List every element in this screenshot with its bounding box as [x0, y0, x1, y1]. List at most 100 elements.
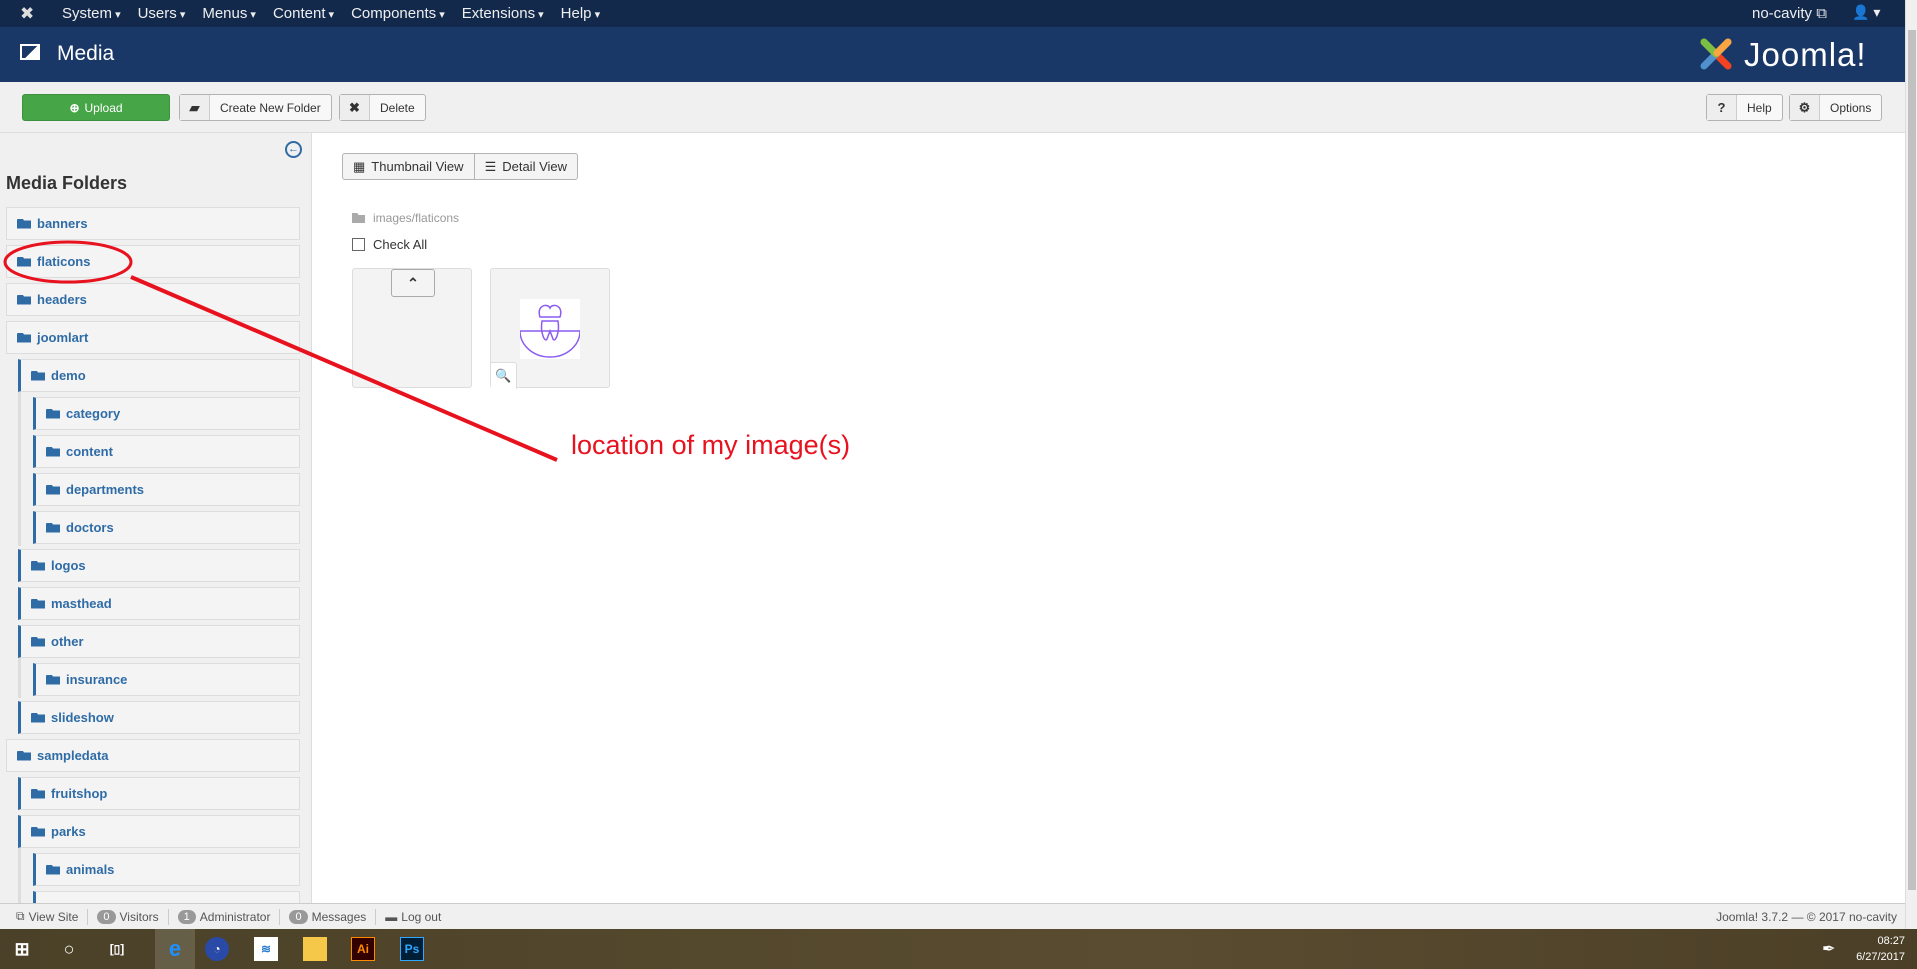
- help-label: Help: [1747, 100, 1772, 115]
- folder-icon: [46, 484, 60, 495]
- folder-label: masthead: [51, 596, 112, 611]
- visitors-badge: 0: [97, 909, 116, 924]
- chevron-up-icon[interactable]: ⌃: [391, 269, 435, 297]
- create-folder-button[interactable]: ▰ Create New Folder: [179, 94, 332, 121]
- sidebar-folder-item[interactable]: demo: [18, 359, 300, 392]
- menu-system[interactable]: System: [62, 5, 121, 22]
- sidebar-folder-item[interactable]: departments: [18, 468, 300, 508]
- folder-label: fruitshop: [51, 786, 108, 801]
- current-path: images/flaticons: [373, 211, 460, 225]
- sidebar-folder-item[interactable]: joomlart: [6, 321, 300, 354]
- administrator-link[interactable]: 1 Administrator: [169, 908, 281, 925]
- illustrator-icon[interactable]: Ai: [351, 937, 375, 961]
- menu-extensions[interactable]: Extensions: [462, 5, 544, 22]
- sidebar-folder-item[interactable]: doctors: [18, 506, 300, 546]
- menu-content[interactable]: Content: [273, 5, 334, 22]
- folder-icon: [17, 750, 31, 761]
- folder-label: animals: [66, 862, 115, 877]
- sidebar-folder-item[interactable]: insurance: [18, 658, 300, 698]
- folder-label: joomlart: [37, 330, 89, 345]
- sidebar-folder-item[interactable]: parks: [18, 815, 300, 848]
- check-all[interactable]: Check All: [352, 237, 427, 252]
- network-app-icon[interactable]: ≋: [254, 937, 278, 961]
- sidebar-folder-item[interactable]: masthead: [18, 587, 300, 620]
- image-thumbnail[interactable]: 🔍: [490, 268, 610, 389]
- menu-help[interactable]: Help: [561, 5, 600, 22]
- sidebar-folder-item[interactable]: fruitshop: [18, 777, 300, 810]
- messages-link[interactable]: 0 Messages: [280, 908, 377, 925]
- sidebar-folder-item[interactable]: sampledata: [6, 739, 300, 772]
- joomla-menu-icon[interactable]: ✖: [20, 4, 34, 24]
- folder-icon: [17, 294, 31, 305]
- scrollbar-thumb[interactable]: [1908, 30, 1916, 890]
- visitors-link[interactable]: 0 Visitors: [88, 908, 169, 925]
- list-icon: ☰: [484, 158, 497, 174]
- sidebar-folder-item[interactable]: slideshow: [18, 701, 300, 734]
- folder-icon: [17, 332, 31, 343]
- options-label: Options: [1830, 100, 1872, 115]
- sidebar-folder-item[interactable]: banners: [6, 207, 300, 240]
- sidebar-folder-item[interactable]: flaticons: [6, 245, 300, 278]
- zoom-preview-icon[interactable]: 🔍: [491, 362, 517, 389]
- folder-label: logos: [51, 558, 86, 573]
- collapse-sidebar-icon[interactable]: ←: [285, 141, 302, 158]
- menu-users[interactable]: Users: [138, 5, 186, 22]
- folder-label: doctors: [66, 520, 114, 535]
- task-view-icon[interactable]: [▯]: [105, 937, 129, 961]
- admin-label: Administrator: [199, 909, 271, 924]
- sidebar-folder-item[interactable]: other: [18, 625, 300, 658]
- site-name: no-cavity: [1752, 5, 1813, 22]
- page-scrollbar[interactable]: [1905, 0, 1917, 929]
- clock-app-icon[interactable]: ◔: [205, 937, 229, 961]
- upload-label: Upload: [84, 100, 123, 115]
- folder-label: sampledata: [37, 748, 109, 763]
- visitors-label: Visitors: [119, 909, 159, 924]
- folder-icon: [17, 218, 31, 229]
- image-icon: [20, 44, 40, 60]
- folder-icon: [31, 636, 45, 647]
- help-button[interactable]: ? Help: [1706, 94, 1783, 121]
- delete-button[interactable]: ✖ Delete: [339, 94, 426, 121]
- menu-menus[interactable]: Menus: [202, 5, 256, 22]
- minus-icon: ▬: [385, 909, 398, 924]
- sidebar-folder-item[interactable]: headers: [6, 283, 300, 316]
- sidebar-folder-item[interactable]: category: [18, 392, 300, 432]
- menu-components[interactable]: Components: [351, 5, 445, 22]
- admin-badge: 1: [177, 909, 196, 924]
- folder-label: category: [66, 406, 121, 421]
- detail-view-button[interactable]: ☰ Detail View: [473, 154, 577, 179]
- tooth-image[interactable]: [519, 299, 581, 359]
- sidebar-folder-item[interactable]: [18, 886, 300, 903]
- messages-label: Messages: [311, 909, 367, 924]
- folder-icon: ▰: [180, 95, 210, 120]
- user-menu[interactable]: 👤 ▾: [1852, 4, 1880, 21]
- user-icon: 👤: [1852, 4, 1870, 20]
- breadcrumb: images/flaticons: [352, 211, 459, 225]
- file-explorer-icon[interactable]: [303, 937, 327, 961]
- site-link[interactable]: no-cavity ⧉: [1752, 5, 1827, 22]
- status-bar: ⧉ View Site 0 Visitors 1 Administrator 0 Mes…: [0, 903, 1905, 929]
- photoshop-icon[interactable]: Ps: [400, 937, 424, 961]
- thumbnail-view-button[interactable]: ▦ Thumbnail View: [343, 154, 474, 179]
- folder-icon: [31, 826, 45, 837]
- options-button[interactable]: ⚙ Options: [1789, 94, 1883, 121]
- folder-icon: [31, 788, 45, 799]
- check-all-checkbox[interactable]: [352, 238, 365, 251]
- sidebar-folder-item[interactable]: content: [18, 430, 300, 470]
- edge-browser-icon[interactable]: e: [155, 929, 195, 969]
- folder-icon: [352, 213, 365, 223]
- windows-start-icon[interactable]: ⊞: [10, 937, 34, 961]
- sidebar-title: Media Folders: [6, 173, 128, 193]
- logout-link[interactable]: ▬ Log out: [376, 909, 450, 925]
- parent-folder-tile[interactable]: ⌃: [352, 268, 472, 388]
- view-site-link[interactable]: ⧉ View Site: [7, 908, 89, 925]
- folder-icon: [46, 674, 60, 685]
- pen-tray-icon[interactable]: ✒: [1822, 939, 1835, 959]
- sidebar-folder-item[interactable]: logos: [18, 549, 300, 582]
- sidebar-folder-item[interactable]: animals: [18, 848, 300, 888]
- cortana-icon[interactable]: ○: [57, 937, 81, 961]
- taskbar-clock[interactable]: 08:27 6/27/2017: [1856, 933, 1905, 965]
- upload-button[interactable]: ⊕ Upload: [22, 94, 170, 121]
- clock-date: 6/27/2017: [1856, 951, 1905, 963]
- top-nav-bar: ✖ System Users Menus Content Components …: [0, 0, 1905, 27]
